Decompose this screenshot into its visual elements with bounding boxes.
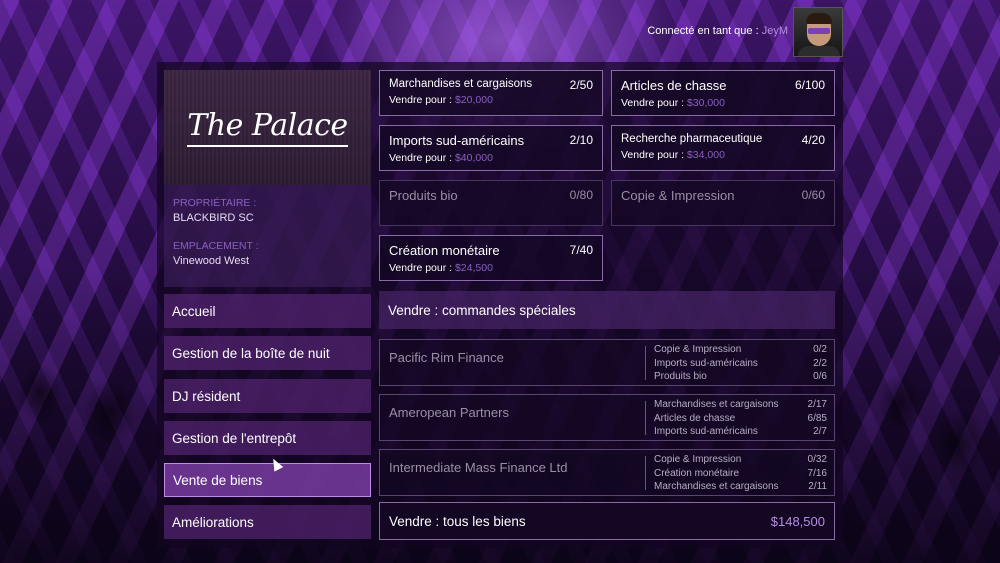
goods-price: $30,000 <box>686 97 725 109</box>
goods-count: 6/100 <box>794 78 825 92</box>
goods-price: $34,000 <box>686 149 725 161</box>
goods-count: 0/60 <box>801 188 825 202</box>
goods-name: Création monétaire <box>389 243 500 258</box>
order-line: Imports sud-américains 2/2 <box>654 357 827 369</box>
username: JeyM <box>761 25 788 37</box>
order-line: Articles de chasse 6/85 <box>654 412 827 424</box>
divider <box>645 346 646 380</box>
order-ameropean[interactable]: Ameropean Partners Marchandises et carga… <box>379 394 835 441</box>
order-line: Copie & Impression 0/32 <box>654 454 827 465</box>
goods-count: 7/40 <box>569 243 593 257</box>
goods-name: Marchandises et cargaisons <box>389 78 533 90</box>
order-line: Création monétaire 7/16 <box>654 467 827 479</box>
owner-value: BLACKBIRD SC <box>173 212 254 224</box>
menu-item-upgrades[interactable]: Améliorations <box>164 505 371 539</box>
divider <box>645 456 646 490</box>
menu-item-nightclub-management[interactable]: Gestion de la boîte de nuit <box>164 336 371 370</box>
goods-card-cash[interactable]: Création monétaire 7/40 Vendre pour : $2… <box>379 235 603 281</box>
special-orders-header: Vendre : commandes spéciales <box>379 291 835 329</box>
goods-count: 0/80 <box>569 188 593 202</box>
goods-name: Copie & Impression <box>621 188 735 203</box>
order-name: Intermediate Mass Finance Ltd <box>389 460 568 475</box>
order-intermediate-mass[interactable]: Intermediate Mass Finance Ltd Copie & Im… <box>379 449 835 496</box>
goods-card-cargo[interactable]: Marchandises et cargaisons 2/50 Vendre p… <box>379 70 603 116</box>
order-line: Copie & Impression 0/2 <box>654 344 827 355</box>
order-name: Pacific Rim Finance <box>389 350 504 365</box>
order-line: Marchandises et cargaisons 2/11 <box>654 481 827 492</box>
goods-card-imports[interactable]: Imports sud-américains 2/10 Vendre pour … <box>379 125 603 171</box>
goods-card-pharma[interactable]: Recherche pharmaceutique 4/20 Vendre pou… <box>611 125 835 171</box>
goods-count: 4/20 <box>801 133 825 147</box>
sell-all-label: Vendre : tous les biens <box>389 513 526 529</box>
menu-item-warehouse-management[interactable]: Gestion de l'entrepôt <box>164 421 371 455</box>
goods-price: $24,500 <box>454 262 493 274</box>
goods-card-organic[interactable]: Produits bio 0/80 <box>379 180 603 226</box>
club-logo-text: The Palace <box>187 108 348 147</box>
sell-all-total: $148,500 <box>770 513 825 529</box>
avatar <box>793 7 843 57</box>
menu-item-resident-dj[interactable]: DJ résident <box>164 379 371 413</box>
goods-card-sporting[interactable]: Articles de chasse 6/100 Vendre pour : $… <box>611 70 835 116</box>
order-line: Marchandises et cargaisons 2/17 <box>654 399 827 410</box>
location-value: Vinewood West <box>173 255 250 267</box>
order-name: Ameropean Partners <box>389 405 509 420</box>
goods-name: Imports sud-américains <box>389 133 525 148</box>
goods-count: 2/50 <box>569 78 593 92</box>
club-info: PROPRIÉTAIRE : BLACKBIRD SC EMPLACEMENT … <box>164 185 371 287</box>
connected-as-label: Connecté en tant que : JeyM <box>647 25 788 37</box>
goods-name: Recherche pharmaceutique <box>621 133 763 145</box>
menu-item-accueil[interactable]: Accueil <box>164 294 371 328</box>
location-label: EMPLACEMENT : <box>173 240 259 252</box>
divider <box>645 401 646 435</box>
sell-all-button[interactable]: Vendre : tous les biens $148,500 <box>379 502 835 540</box>
goods-price: $20,000 <box>454 94 493 106</box>
menu-item-sell-goods[interactable]: Vente de biens <box>164 463 371 497</box>
club-logo: The Palace <box>164 70 371 185</box>
owner-label: PROPRIÉTAIRE : <box>173 197 257 209</box>
order-pacific-rim[interactable]: Pacific Rim Finance Copie & Impression 0/… <box>379 339 835 386</box>
goods-count: 2/10 <box>569 133 593 147</box>
goods-price: $40,000 <box>454 152 493 164</box>
goods-card-printing[interactable]: Copie & Impression 0/60 <box>611 180 835 226</box>
goods-name: Produits bio <box>389 188 458 203</box>
order-line: Produits bio 0/6 <box>654 371 827 382</box>
order-line: Imports sud-américains 2/7 <box>654 426 827 437</box>
